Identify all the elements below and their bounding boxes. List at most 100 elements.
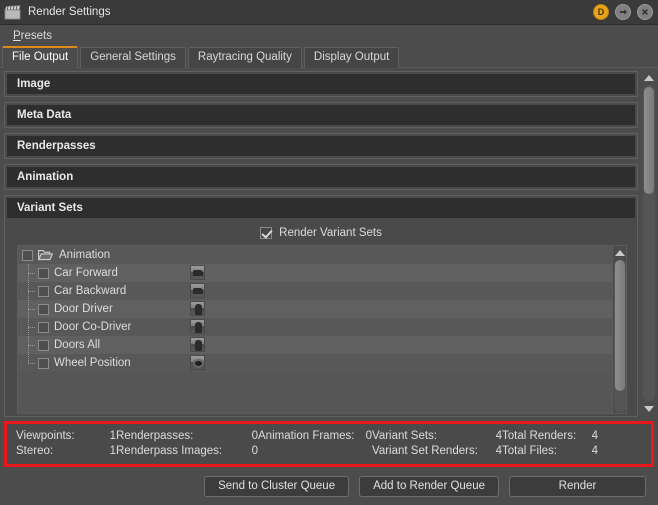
tree-checkbox-animation[interactable] [22, 249, 33, 261]
tree-label-animation: Animation [59, 249, 111, 261]
menu-item-label-rest: resets [20, 29, 52, 42]
tree-row[interactable]: Wheel Position [18, 354, 612, 372]
stat-label: Total Files: [502, 445, 557, 457]
tree-scroll-track[interactable] [613, 260, 626, 412]
tree-row[interactable]: Car Forward [18, 264, 612, 282]
tree-item-label: Door Co-Driver [54, 321, 132, 333]
render-variant-sets-label: Render Variant Sets [279, 226, 382, 239]
stat-label: Variant Set Renders: [372, 445, 478, 457]
section-variant-sets: Variant Sets Render Variant Sets Animati… [4, 195, 638, 417]
tree-item-label: Door Driver [54, 303, 113, 315]
section-image[interactable]: Image [4, 71, 638, 97]
render-summary-panel: Viewpoints: 1 Renderpasses: 0 Animation … [4, 421, 654, 467]
content-area: Image Meta Data Renderpasses Animation V… [0, 68, 658, 417]
tree-item-label: Car Forward [54, 267, 118, 279]
stat-value: 4 [591, 430, 598, 442]
stat-label: Variant Sets: [372, 430, 437, 442]
menu-bar: Presets [0, 25, 658, 46]
tree-connector [22, 336, 38, 354]
scroll-down-icon[interactable] [642, 402, 656, 415]
tree-row[interactable]: Door Co-Driver [18, 318, 612, 336]
main-scroll-track[interactable] [642, 85, 655, 401]
tree-checkbox[interactable] [38, 321, 49, 333]
menu-item-presets[interactable]: Presets [8, 28, 57, 44]
render-summary-grid: Viewpoints: 1 Renderpasses: 0 Animation … [7, 430, 651, 457]
stat-value: 1 [109, 430, 116, 442]
stat-value: 0 [365, 430, 372, 442]
clapperboard-icon [4, 4, 21, 20]
tree-item-label: Doors All [54, 339, 101, 351]
tree-connector [22, 282, 38, 300]
title-bar: Render Settings D [0, 0, 658, 25]
section-renderpasses[interactable]: Renderpasses [4, 133, 638, 159]
stat-value: 4 [495, 430, 502, 442]
tree-row[interactable]: Car Backward [18, 282, 612, 300]
render-variant-sets-row[interactable]: Render Variant Sets [7, 220, 635, 245]
variant-sets-body: Render Variant Sets Animation Car Forwar… [5, 220, 637, 416]
stat-value: 0 [251, 445, 258, 457]
section-header-image[interactable]: Image [7, 74, 635, 94]
tree-connector [22, 300, 38, 318]
variant-sets-tree-panel: Animation Car Forward Car Backward Door … [17, 245, 627, 414]
tab-file-output[interactable]: File Output [2, 46, 79, 68]
section-header-animation[interactable]: Animation [7, 167, 635, 187]
doors-all-thumbnail [190, 337, 205, 352]
detach-button[interactable] [615, 4, 631, 20]
car-forward-thumbnail [190, 265, 205, 280]
section-meta-data[interactable]: Meta Data [4, 102, 638, 128]
tree-checkbox[interactable] [38, 339, 49, 351]
title-bar-buttons: D [593, 4, 653, 20]
tree-row-root[interactable]: Animation [18, 246, 612, 264]
wheel-position-thumbnail [190, 355, 205, 370]
tree-checkbox[interactable] [38, 267, 49, 279]
car-backward-thumbnail [190, 283, 205, 298]
tab-display-output[interactable]: Display Output [303, 47, 400, 68]
section-animation[interactable]: Animation [4, 164, 638, 190]
tree-scroll-up-icon[interactable] [613, 246, 627, 259]
tree-row[interactable]: Door Driver [18, 300, 612, 318]
tree-row[interactable]: Doors All [18, 336, 612, 354]
stat-label-empty [258, 445, 354, 457]
stat-value: 0 [251, 430, 258, 442]
variant-sets-tree[interactable]: Animation Car Forward Car Backward Door … [18, 246, 612, 413]
menu-mnemonic: P [13, 29, 21, 42]
main-scrollbar[interactable] [641, 71, 656, 417]
close-button[interactable] [637, 4, 653, 20]
tab-raytracing-quality[interactable]: Raytracing Quality [187, 47, 302, 68]
render-button[interactable]: Render [509, 475, 646, 497]
add-to-render-queue-button[interactable]: Add to Render Queue [359, 475, 499, 497]
stat-label: Viewpoints: [16, 430, 75, 442]
section-header-variant-sets[interactable]: Variant Sets [7, 198, 635, 218]
window-title: Render Settings [28, 6, 111, 18]
stat-label: Renderpasses: [116, 430, 194, 442]
tree-connector [22, 318, 38, 336]
door-driver-thumbnail [190, 301, 205, 316]
dock-button[interactable]: D [593, 4, 609, 20]
tree-checkbox[interactable] [38, 357, 49, 369]
render-variant-sets-checkbox[interactable] [260, 226, 273, 239]
door-co-driver-thumbnail [190, 319, 205, 334]
footer-buttons: Send to Cluster Queue Add to Render Queu… [0, 467, 658, 505]
tree-item-label: Wheel Position [54, 357, 131, 369]
tree-item-label: Car Backward [54, 285, 127, 297]
render-settings-window: Render Settings D Presets File Output Ge… [0, 0, 658, 505]
stat-value: 4 [495, 445, 502, 457]
tree-connector [22, 354, 38, 372]
main-scroll-thumb[interactable] [643, 87, 654, 195]
folder-open-icon [37, 249, 54, 261]
tree-scroll-thumb[interactable] [614, 260, 625, 391]
sections-list: Image Meta Data Renderpasses Animation V… [4, 71, 641, 417]
tab-general-settings[interactable]: General Settings [80, 47, 186, 68]
tree-scrollbar[interactable] [612, 246, 626, 413]
section-header-renderpasses[interactable]: Renderpasses [7, 136, 635, 156]
stat-label: Renderpass Images: [116, 445, 223, 457]
stat-label: Total Renders: [502, 430, 577, 442]
stat-value: 1 [109, 445, 116, 457]
stat-value: 4 [591, 445, 598, 457]
scroll-up-icon[interactable] [642, 71, 656, 84]
tree-checkbox[interactable] [38, 303, 49, 315]
section-header-meta-data[interactable]: Meta Data [7, 105, 635, 125]
tree-checkbox[interactable] [38, 285, 49, 297]
send-to-cluster-queue-button[interactable]: Send to Cluster Queue [204, 475, 350, 497]
stat-value-empty [354, 445, 372, 457]
